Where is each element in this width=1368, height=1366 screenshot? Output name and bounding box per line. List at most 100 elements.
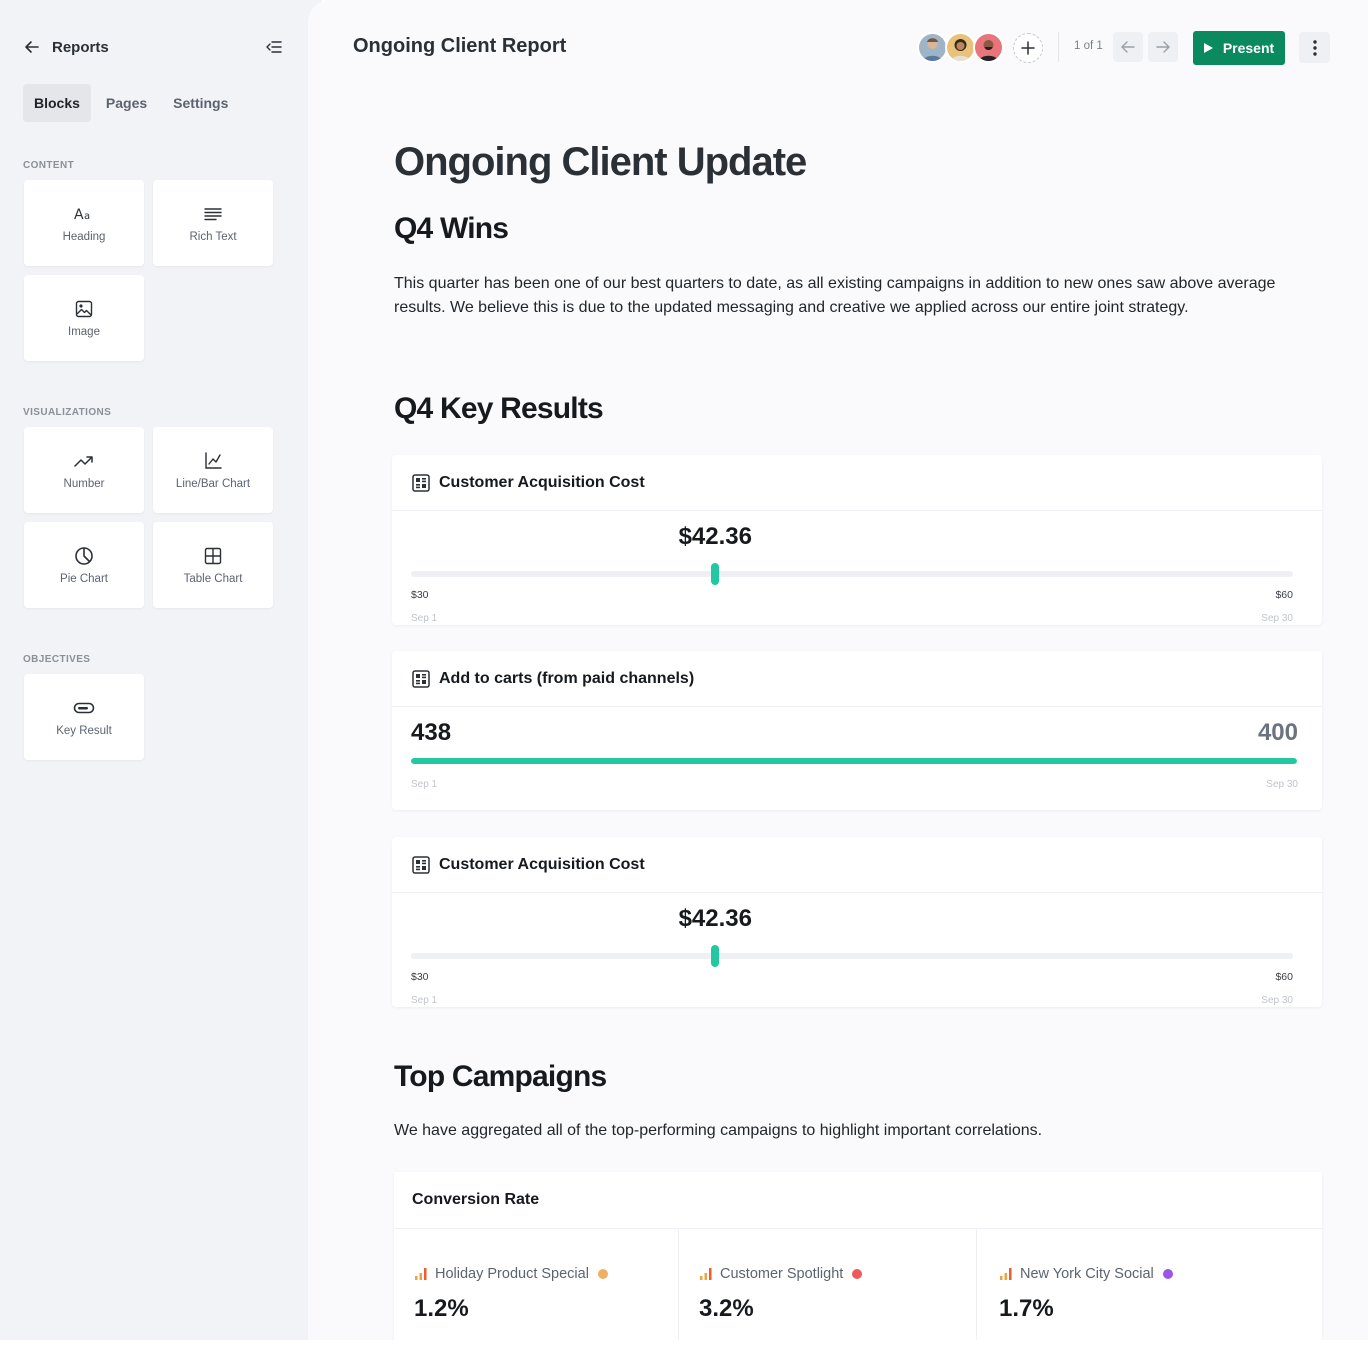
end-date: Sep 30 — [1261, 613, 1293, 624]
target-value: 400 — [1257, 719, 1298, 746]
key-result-card[interactable]: Customer Acquisition Cost $42.36 $30 $60… — [392, 455, 1322, 625]
more-options-button[interactable] — [1299, 32, 1330, 63]
card-header: Customer Acquisition Cost — [392, 455, 1322, 511]
section-label-visualizations: VISUALIZATIONS — [23, 407, 112, 418]
block-rich-text[interactable]: Rich Text — [153, 180, 273, 266]
range-max: $60 — [1275, 971, 1293, 983]
arrow-left-icon — [1121, 40, 1135, 54]
block-pie-chart[interactable]: Pie Chart — [24, 522, 144, 608]
key-result-card-icon — [411, 855, 431, 875]
avatar[interactable] — [973, 32, 1004, 63]
bar-chart-icon — [699, 1267, 713, 1281]
arrow-right-icon — [1156, 40, 1170, 54]
report-title[interactable]: Ongoing Client Report — [353, 35, 566, 58]
present-button[interactable]: Present — [1193, 31, 1285, 65]
card-header: Add to carts (from paid channels) — [392, 651, 1322, 707]
block-label: Rich Text — [189, 231, 237, 243]
campaign-name: Customer Spotlight — [720, 1266, 844, 1282]
plus-icon — [1021, 41, 1035, 55]
block-label: Pie Chart — [60, 573, 108, 585]
page-indicator: 1 of 1 — [1074, 40, 1103, 52]
key-result-card[interactable]: Add to carts (from paid channels) 438 40… — [392, 651, 1322, 810]
svg-text:A: A — [74, 207, 84, 222]
card-title: Add to carts (from paid channels) — [439, 669, 695, 687]
block-image[interactable]: Image — [24, 275, 144, 361]
next-page-button[interactable] — [1148, 32, 1178, 62]
sidebar-header: Reports — [22, 34, 284, 60]
key-result-card-icon — [411, 473, 431, 493]
block-label: Number — [63, 478, 105, 490]
card-title: Customer Acquisition Cost — [439, 473, 645, 491]
collapse-sidebar-icon[interactable] — [264, 37, 284, 57]
block-label: Image — [68, 326, 100, 338]
tab-pages[interactable]: Pages — [95, 84, 158, 122]
campaign-metric[interactable]: Holiday Product Special 1.2% — [394, 1229, 679, 1340]
avatar[interactable] — [917, 32, 948, 63]
conversion-rate-card[interactable]: Conversion Rate Holiday Product Special … — [394, 1172, 1322, 1340]
card-header: Customer Acquisition Cost — [392, 837, 1322, 893]
campaign-value: 1.7% — [999, 1295, 1054, 1322]
table-icon — [202, 545, 224, 567]
heading-icon: Aa — [73, 203, 95, 225]
campaign-name-row: Holiday Product Special — [414, 1266, 608, 1282]
range-max: $60 — [1275, 589, 1293, 601]
document-title[interactable]: Ongoing Client Update — [394, 140, 807, 185]
block-number[interactable]: Number — [24, 427, 144, 513]
current-value: 438 — [411, 719, 452, 746]
block-line-bar-chart[interactable]: Line/Bar Chart — [153, 427, 273, 513]
add-collaborator-button[interactable] — [1013, 33, 1043, 63]
current-value: $42.36 — [678, 523, 752, 550]
start-date: Sep 1 — [411, 779, 438, 790]
key-result-card[interactable]: Customer Acquisition Cost $42.36 $30 $60… — [392, 837, 1322, 1007]
line-chart-icon — [202, 450, 224, 472]
key-result-icon — [73, 697, 95, 719]
campaign-metric[interactable]: New York City Social 1.7% — [977, 1229, 1322, 1340]
series-color-dot — [852, 1269, 863, 1279]
range-indicator: $42.36 $30 $60 Sep 1 Sep 30 — [411, 905, 1293, 1006]
campaign-name: New York City Social — [1020, 1266, 1154, 1282]
range-indicator: $42.36 $30 $60 Sep 1 Sep 30 — [411, 523, 1293, 624]
range-marker — [711, 563, 720, 585]
campaign-name-row: New York City Social — [999, 1266, 1173, 1282]
section-label-objectives: OBJECTIVES — [23, 654, 91, 665]
present-label: Present — [1222, 40, 1275, 56]
block-heading[interactable]: Aa Heading — [24, 180, 144, 266]
campaign-value: 1.2% — [414, 1295, 469, 1322]
sidebar-title: Reports — [52, 38, 109, 56]
block-label: Key Result — [56, 725, 112, 737]
block-label: Table Chart — [183, 573, 243, 585]
conversion-metrics: Holiday Product Special 1.2% Customer Sp… — [394, 1229, 1322, 1340]
series-color-dot — [597, 1269, 608, 1279]
pie-chart-icon — [73, 545, 95, 567]
paragraph-top-campaigns[interactable]: We have aggregated all of the top-perfor… — [394, 1119, 1294, 1143]
svg-text:a: a — [84, 211, 90, 222]
previous-page-button[interactable] — [1113, 32, 1143, 62]
start-date: Sep 1 — [411, 995, 438, 1006]
key-result-card-icon — [411, 669, 431, 689]
tab-settings[interactable]: Settings — [162, 84, 239, 122]
range-marker — [711, 945, 720, 967]
paragraph-q4-wins[interactable]: This quarter has been one of our best qu… — [394, 272, 1294, 320]
report-canvas: Ongoing Client Report 1 of 1 Present Ong… — [308, 0, 1368, 1340]
range-track — [411, 953, 1293, 959]
progress-fill — [411, 758, 1297, 764]
heading-top-campaigns[interactable]: Top Campaigns — [394, 1060, 607, 1094]
end-date: Sep 30 — [1261, 995, 1293, 1006]
toolbar-divider — [1058, 32, 1059, 62]
campaign-metric[interactable]: Customer Spotlight 3.2% — [679, 1229, 977, 1340]
block-table-chart[interactable]: Table Chart — [153, 522, 273, 608]
play-icon — [1203, 43, 1213, 53]
block-key-result[interactable]: Key Result — [24, 674, 144, 760]
bar-chart-icon — [999, 1267, 1013, 1281]
tab-blocks[interactable]: Blocks — [23, 84, 91, 122]
avatar[interactable] — [945, 32, 976, 63]
heading-q4-key-results[interactable]: Q4 Key Results — [394, 392, 604, 426]
heading-q4-wins[interactable]: Q4 Wins — [394, 212, 509, 246]
back-arrow-icon[interactable] — [22, 37, 42, 57]
bar-chart-icon — [414, 1267, 428, 1281]
report-toolbar: Ongoing Client Report 1 of 1 Present — [308, 0, 1368, 96]
block-label: Heading — [62, 231, 106, 243]
campaign-value: 3.2% — [699, 1295, 754, 1322]
start-date: Sep 1 — [411, 613, 438, 624]
trend-up-icon — [73, 450, 95, 472]
